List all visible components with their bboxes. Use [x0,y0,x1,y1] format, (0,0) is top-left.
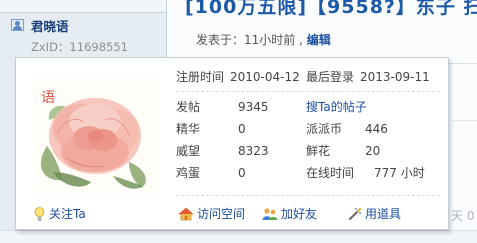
register-value: 2010-04-12 [230,70,300,84]
author-zxid: ZxID：11698551 [31,40,128,54]
stat-label-eggs: 鸡蛋 [176,166,201,180]
use-item-button[interactable]: 用道具 [348,205,401,222]
stat-value-online-time: 777 小时 [374,166,425,180]
stat-label-prestige: 威望 [176,144,201,158]
stat-value-eggs: 0 [238,166,246,180]
stat-row: 发帖 9345 搜Ta的帖子 [176,96,440,118]
divider [451,120,477,121]
stat-label-online-time: 在线时间 [306,166,355,180]
stat-value-coins: 446 [365,122,388,136]
post-time: 发表于：11小时前 [196,33,300,47]
stat-row: 威望 8323 鲜花 20 [176,140,440,162]
edit-link[interactable]: 编辑 [307,33,331,47]
stat-label-posts: 发帖 [176,100,201,114]
add-friend-label: 加好友 [281,207,318,221]
author-username[interactable]: 君晓语 [31,16,69,35]
avatar-glyph: 语 [41,90,55,106]
user-icon [11,19,24,31]
peony-avatar-image: 语 [33,76,158,194]
thread-title[interactable]: [100万五限]【9558?】东子 扫 [185,0,477,19]
visit-space-button[interactable]: 访问空间 [178,205,245,222]
stat-label-coins: 派派币 [306,122,343,136]
register-label: 注册时间 [176,70,225,84]
visit-space-label: 访问空间 [197,207,246,221]
avatar[interactable]: 语 [33,76,158,194]
stat-row: 鸡蛋 0 在线时间 777 小时 [176,162,440,184]
register-row: 注册时间 2010-04-12 最后登录 2013-09-11 [176,66,440,88]
stat-value-prestige: 8323 [238,144,269,158]
home-icon [178,207,194,221]
sidebar-top-strip [0,0,166,13]
use-item-label: 用道具 [365,207,402,221]
last-login-value: 2013-09-11 [360,70,430,84]
user-profile-popup: 语 关注Ta 注册时间 2010-04-12 最后登录 2013-09-11 发… [15,57,449,230]
stat-value-posts: 9345 [238,100,269,114]
divider [176,91,440,92]
follow-label: 关注Ta [49,207,86,221]
profile-info: 注册时间 2010-04-12 最后登录 2013-09-11 发帖 9345 … [176,66,440,184]
stat-label-digest: 精华 [176,122,201,136]
lightbulb-icon [34,207,45,221]
search-posts-link[interactable]: 搜Ta的帖子 [306,96,367,118]
bottom-strip [0,230,477,243]
last-login-label: 最后登录 [306,70,355,84]
stat-value-flowers: 20 [365,144,381,158]
background-text-fragment: 天 0 [451,209,475,223]
post-meta: 发表于：11小时前 , 编辑 [196,33,331,47]
stat-row: 精华 0 派派币 446 [176,118,440,140]
popup-actions: 访问空间 加好友 用道具 [176,195,440,230]
add-friend-icon [262,208,278,220]
magic-wand-icon [349,207,362,220]
stat-value-digest: 0 [238,122,246,136]
follow-button[interactable]: 关注Ta [34,205,86,222]
add-friend-button[interactable]: 加好友 [262,205,317,222]
stat-label-flowers: 鲜花 [306,144,331,158]
